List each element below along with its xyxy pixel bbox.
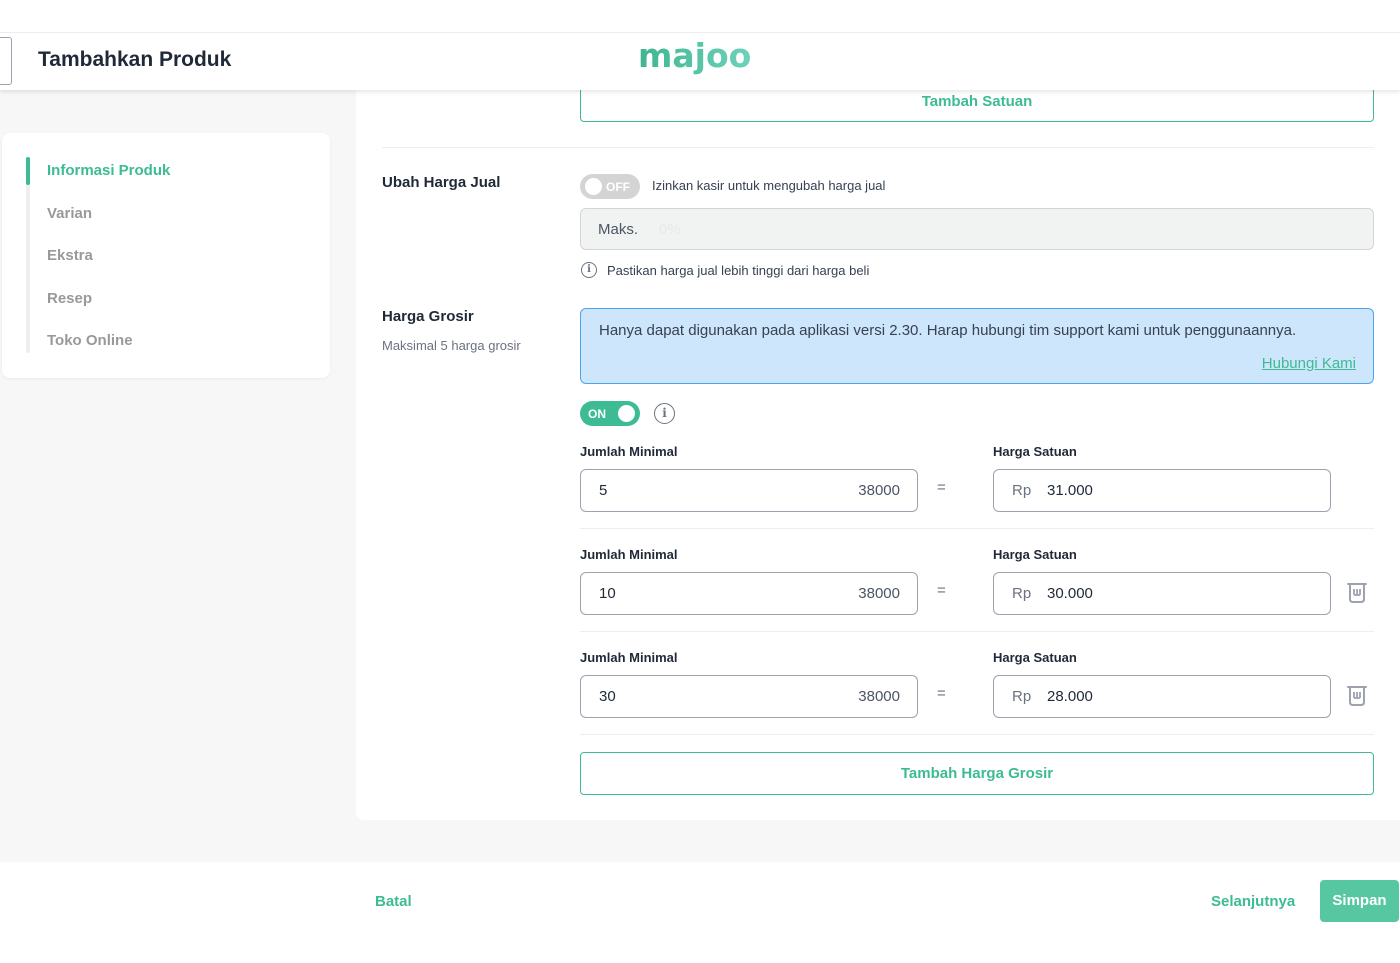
min-qty-value: 30 [599, 688, 616, 705]
toggle-knob [585, 178, 602, 195]
cancel-button[interactable]: Batal [375, 893, 412, 910]
currency-prefix: Rp [1012, 688, 1032, 705]
save-button[interactable]: Simpan [1320, 880, 1399, 922]
min-qty-value: 10 [599, 585, 616, 602]
footer-bar: Batal Selanjutnya Simpan [0, 862, 1400, 963]
base-unit-value: 38000 [858, 688, 900, 705]
min-qty-input[interactable]: 5 38000 [580, 469, 918, 512]
sidebar-item-informasi-produk[interactable]: Informasi Produk [47, 162, 170, 179]
unit-price-input[interactable]: Rp 28.000 [993, 675, 1331, 718]
tier-divider [580, 734, 1374, 735]
trash-icon[interactable] [1346, 683, 1368, 707]
section-divider [382, 147, 1374, 148]
wholesale-subtitle: Maksimal 5 harga grosir [382, 338, 521, 353]
majoo-logo: majoo [638, 36, 751, 75]
base-unit-value: 38000 [858, 482, 900, 499]
base-unit-value: 38000 [858, 585, 900, 602]
back-button[interactable] [0, 37, 12, 85]
min-qty-label: Jumlah Minimal [580, 650, 678, 665]
sidebar-item-varian[interactable]: Varian [47, 205, 92, 222]
trash-icon[interactable] [1346, 580, 1368, 604]
sidebar-item-resep[interactable]: Resep [47, 290, 92, 307]
max-price-input[interactable]: Maks. 0% [580, 208, 1374, 250]
unit-price-input[interactable]: Rp 31.000 [993, 469, 1331, 512]
unit-price-input[interactable]: Rp 30.000 [993, 572, 1331, 615]
wholesale-toggle[interactable]: ON [580, 401, 640, 426]
sidebar: Informasi Produk Varian Ekstra Resep Tok… [2, 133, 330, 378]
app-header: Tambahkan Produk majoo [0, 33, 1400, 90]
max-prefix: Maks. [598, 221, 639, 238]
sidebar-item-ekstra[interactable]: Ekstra [47, 247, 93, 264]
toggle-state-label: ON [588, 407, 606, 421]
top-strip [0, 0, 1400, 33]
sidebar-item-toko-online[interactable]: Toko Online [47, 332, 133, 349]
tier-divider [580, 631, 1374, 632]
toggle-state-label: OFF [606, 180, 630, 194]
min-qty-input[interactable]: 10 38000 [580, 572, 918, 615]
tier-divider [580, 528, 1374, 529]
currency-prefix: Rp [1012, 482, 1032, 499]
wholesale-title: Harga Grosir [382, 308, 474, 325]
sidebar-track [26, 157, 30, 353]
version-notice-banner: Hanya dapat digunakan pada aplikasi vers… [580, 308, 1374, 384]
svg-text:majoo: majoo [638, 36, 751, 75]
contact-us-link[interactable]: Hubungi Kami [1262, 355, 1356, 372]
banner-message: Hanya dapat digunakan pada aplikasi vers… [599, 322, 1297, 339]
change-price-toggle-desc: Izinkan kasir untuk mengubah harga jual [652, 178, 886, 193]
equals-sign: = [937, 685, 946, 702]
min-qty-value: 5 [599, 482, 608, 499]
unit-price-label: Harga Satuan [993, 547, 1077, 562]
page-title: Tambahkan Produk [38, 48, 232, 71]
add-wholesale-price-button[interactable]: Tambah Harga Grosir [580, 752, 1374, 795]
info-circle-icon: i [581, 262, 597, 278]
min-qty-input[interactable]: 30 38000 [580, 675, 918, 718]
equals-sign: = [937, 479, 946, 496]
next-button[interactable]: Selanjutnya [1211, 893, 1295, 910]
max-placeholder: 0% [659, 221, 681, 238]
change-price-toggle[interactable]: OFF [580, 174, 640, 199]
min-qty-label: Jumlah Minimal [580, 444, 678, 459]
unit-price-value: 31.000 [1047, 482, 1093, 499]
change-price-title: Ubah Harga Jual [382, 174, 501, 191]
wholesale-info-icon[interactable]: i [654, 403, 675, 424]
price-hint: Pastikan harga jual lebih tinggi dari ha… [607, 263, 870, 278]
unit-price-value: 30.000 [1047, 585, 1093, 602]
toggle-knob [618, 405, 635, 422]
sidebar-active-indicator [26, 157, 30, 185]
equals-sign: = [937, 582, 946, 599]
unit-price-label: Harga Satuan [993, 444, 1077, 459]
currency-prefix: Rp [1012, 585, 1032, 602]
unit-price-label: Harga Satuan [993, 650, 1077, 665]
min-qty-label: Jumlah Minimal [580, 547, 678, 562]
unit-price-value: 28.000 [1047, 688, 1093, 705]
